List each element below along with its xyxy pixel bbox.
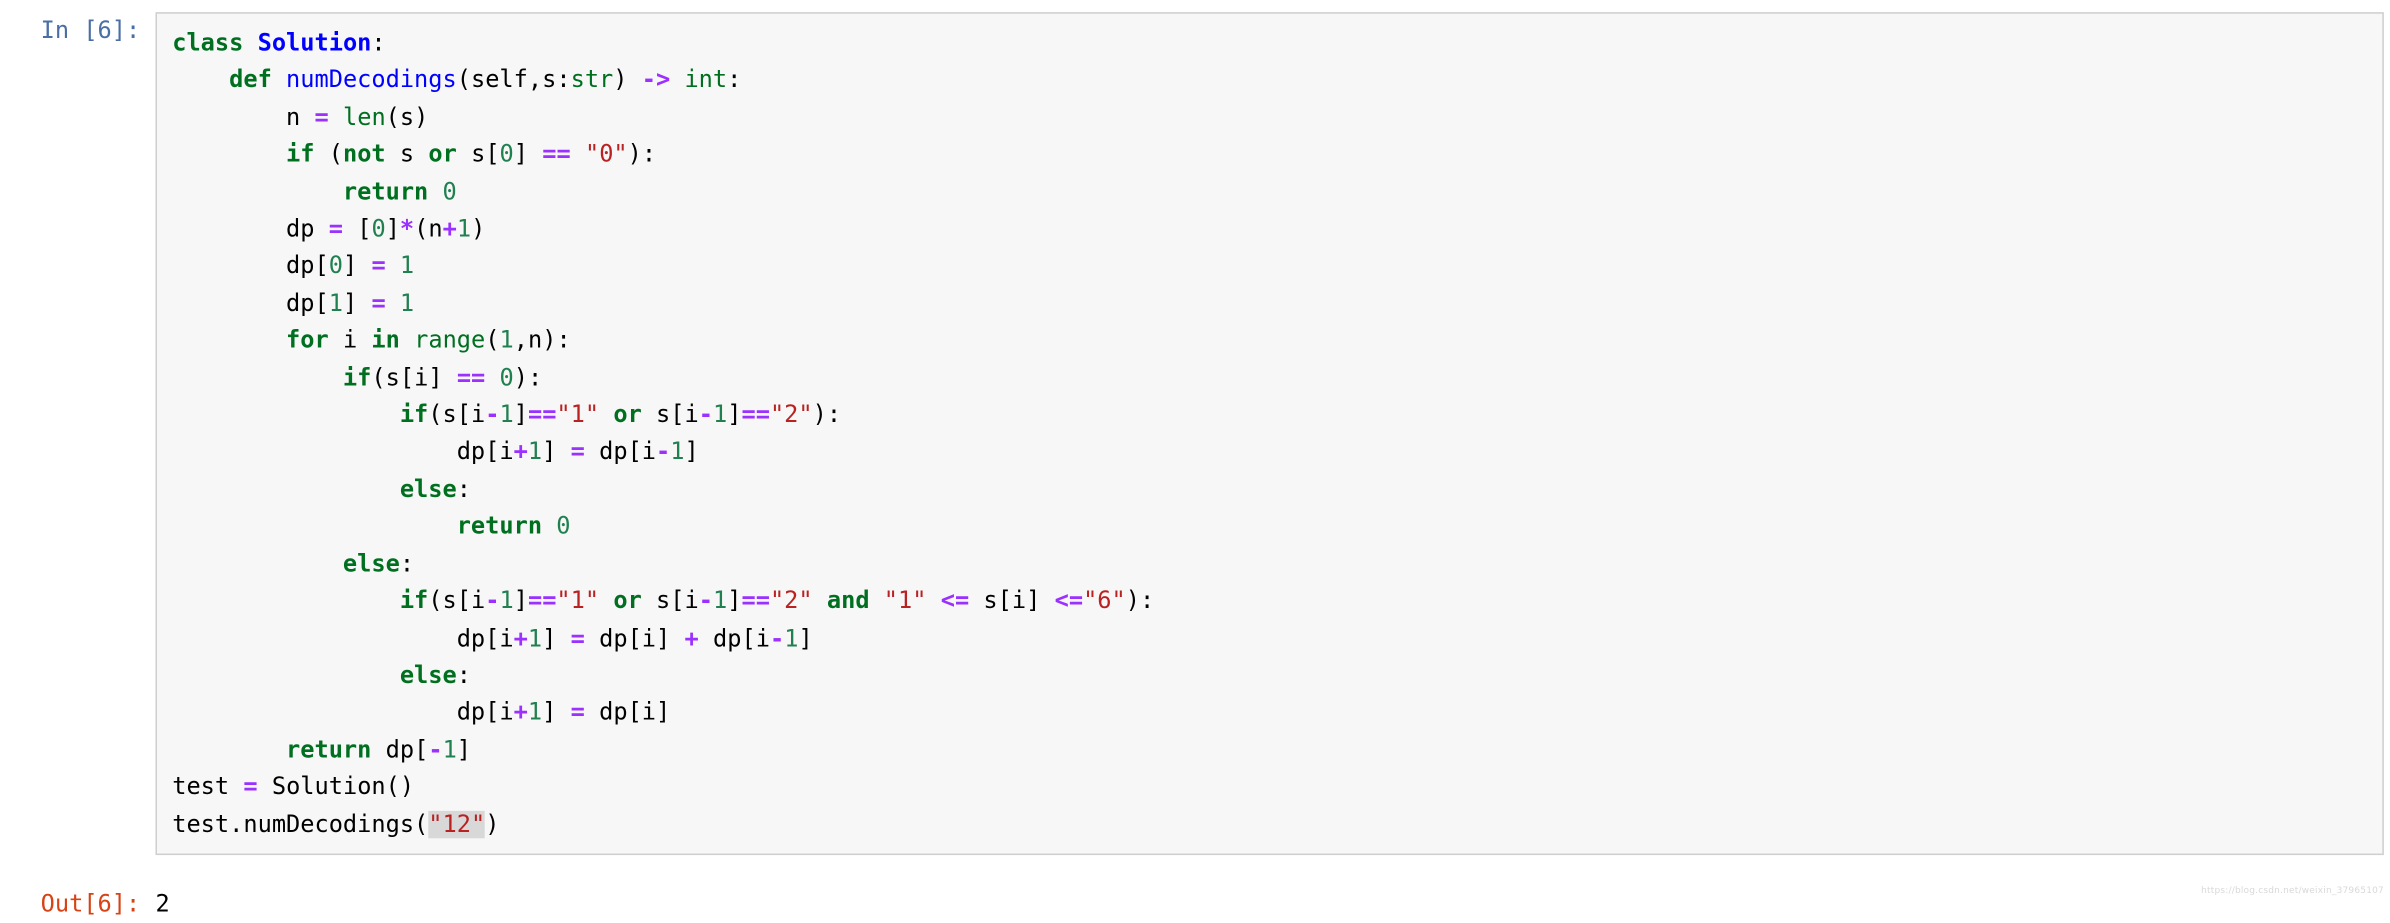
output-result-value: 2 (155, 890, 170, 918)
jupyter-notebook: In [6]: class Solution: def numDecodings… (0, 0, 2390, 917)
code-editor-area[interactable]: class Solution: def numDecodings(self,s:… (155, 12, 2384, 855)
notebook-input-cell[interactable]: In [6]: class Solution: def numDecodings… (0, 0, 2390, 855)
watermark-text: https://blog.csdn.net/weixin_37965107 (2201, 886, 2384, 896)
output-prompt-label: Out[6]: (40, 890, 141, 918)
input-prompt-label: In [6]: (40, 16, 141, 45)
notebook-output-cell: Out[6]: 2 (0, 855, 2390, 923)
python-source-code[interactable]: class Solution: def numDecodings(self,s:… (172, 24, 2382, 842)
